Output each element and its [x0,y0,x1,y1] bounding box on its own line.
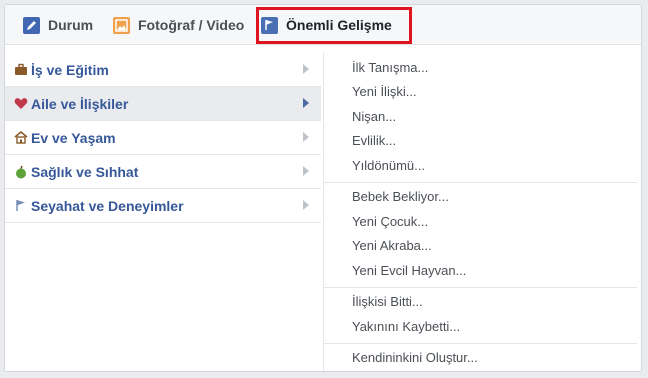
category-work-education[interactable]: İş ve Eğitim [5,53,321,87]
category-travel-experiences[interactable]: Seyahat ve Deneyimler [5,189,321,223]
apple-icon [13,164,29,180]
category-label: Seyahat ve Deneyimler [31,197,184,214]
tab-life-label: Önemli Gelişme [286,17,392,33]
category-health-wellness[interactable]: Sağlık ve Sıhhat [5,155,321,189]
create-your-own-item[interactable]: Kendininkini Oluştur... [324,346,637,371]
pencil-icon [23,16,40,34]
subevent-group: Bebek Bekliyor... Yeni Çocuk... Yeni Akr… [324,183,637,288]
category-list: İş ve Eğitim Aile ve İlişkiler Ev ve Yaş… [5,53,321,223]
chevron-right-icon [303,200,309,210]
category-label: İş ve Eğitim [31,61,109,78]
photo-icon [113,16,130,34]
briefcase-icon [13,62,29,78]
chevron-right-icon [303,64,309,74]
chevron-right-icon [303,98,309,108]
subevent-item[interactable]: İlk Tanışma... [324,55,637,80]
subevent-group: Kendininkini Oluştur... [324,344,637,372]
subevent-item[interactable]: Yakınını Kaybetti... [324,314,637,339]
category-label: Aile ve İlişkiler [31,95,129,112]
tab-photo-video[interactable]: Fotoğraf / Video [113,5,244,45]
tab-status[interactable]: Durum [23,5,93,45]
category-label: Sağlık ve Sıhhat [31,163,139,180]
life-event-composer: Durum Fotoğraf / Video Önemli Gelişme İş… [4,4,642,372]
subevent-item[interactable]: Yıldönümü... [324,153,637,178]
subevent-item[interactable]: Evlilik... [324,129,637,154]
category-label: Ev ve Yaşam [31,129,116,146]
tab-photo-label: Fotoğraf / Video [138,17,245,33]
subevent-item[interactable]: Nişan... [324,104,637,129]
tab-status-label: Durum [48,17,94,33]
category-family-relationships[interactable]: Aile ve İlişkiler [5,87,321,121]
subevent-group: İlk Tanışma... Yeni İlişki... Nişan... E… [324,53,637,183]
subevent-group: İlişkisi Bitti... Yakınını Kaybetti... [324,288,637,344]
subevent-item[interactable]: Yeni Akraba... [324,234,637,259]
subevent-item[interactable]: Yeni Evcil Hayvan... [324,258,637,283]
subevent-item[interactable]: Yeni Çocuk... [324,209,637,234]
house-icon [13,130,29,146]
flag-icon [13,198,29,214]
category-home-living[interactable]: Ev ve Yaşam [5,121,321,155]
tab-life-event[interactable]: Önemli Gelişme [261,5,392,45]
subevent-list: İlk Tanışma... Yeni İlişki... Nişan... E… [323,53,637,372]
chevron-right-icon [303,132,309,142]
chevron-right-icon [303,166,309,176]
subevent-item[interactable]: Yeni İlişki... [324,80,637,105]
composer-tabs: Durum Fotoğraf / Video Önemli Gelişme [5,5,641,45]
subevent-item[interactable]: İlişkisi Bitti... [324,290,637,315]
subevent-item[interactable]: Bebek Bekliyor... [324,185,637,210]
flag-icon [261,16,278,34]
heart-icon [13,96,29,112]
